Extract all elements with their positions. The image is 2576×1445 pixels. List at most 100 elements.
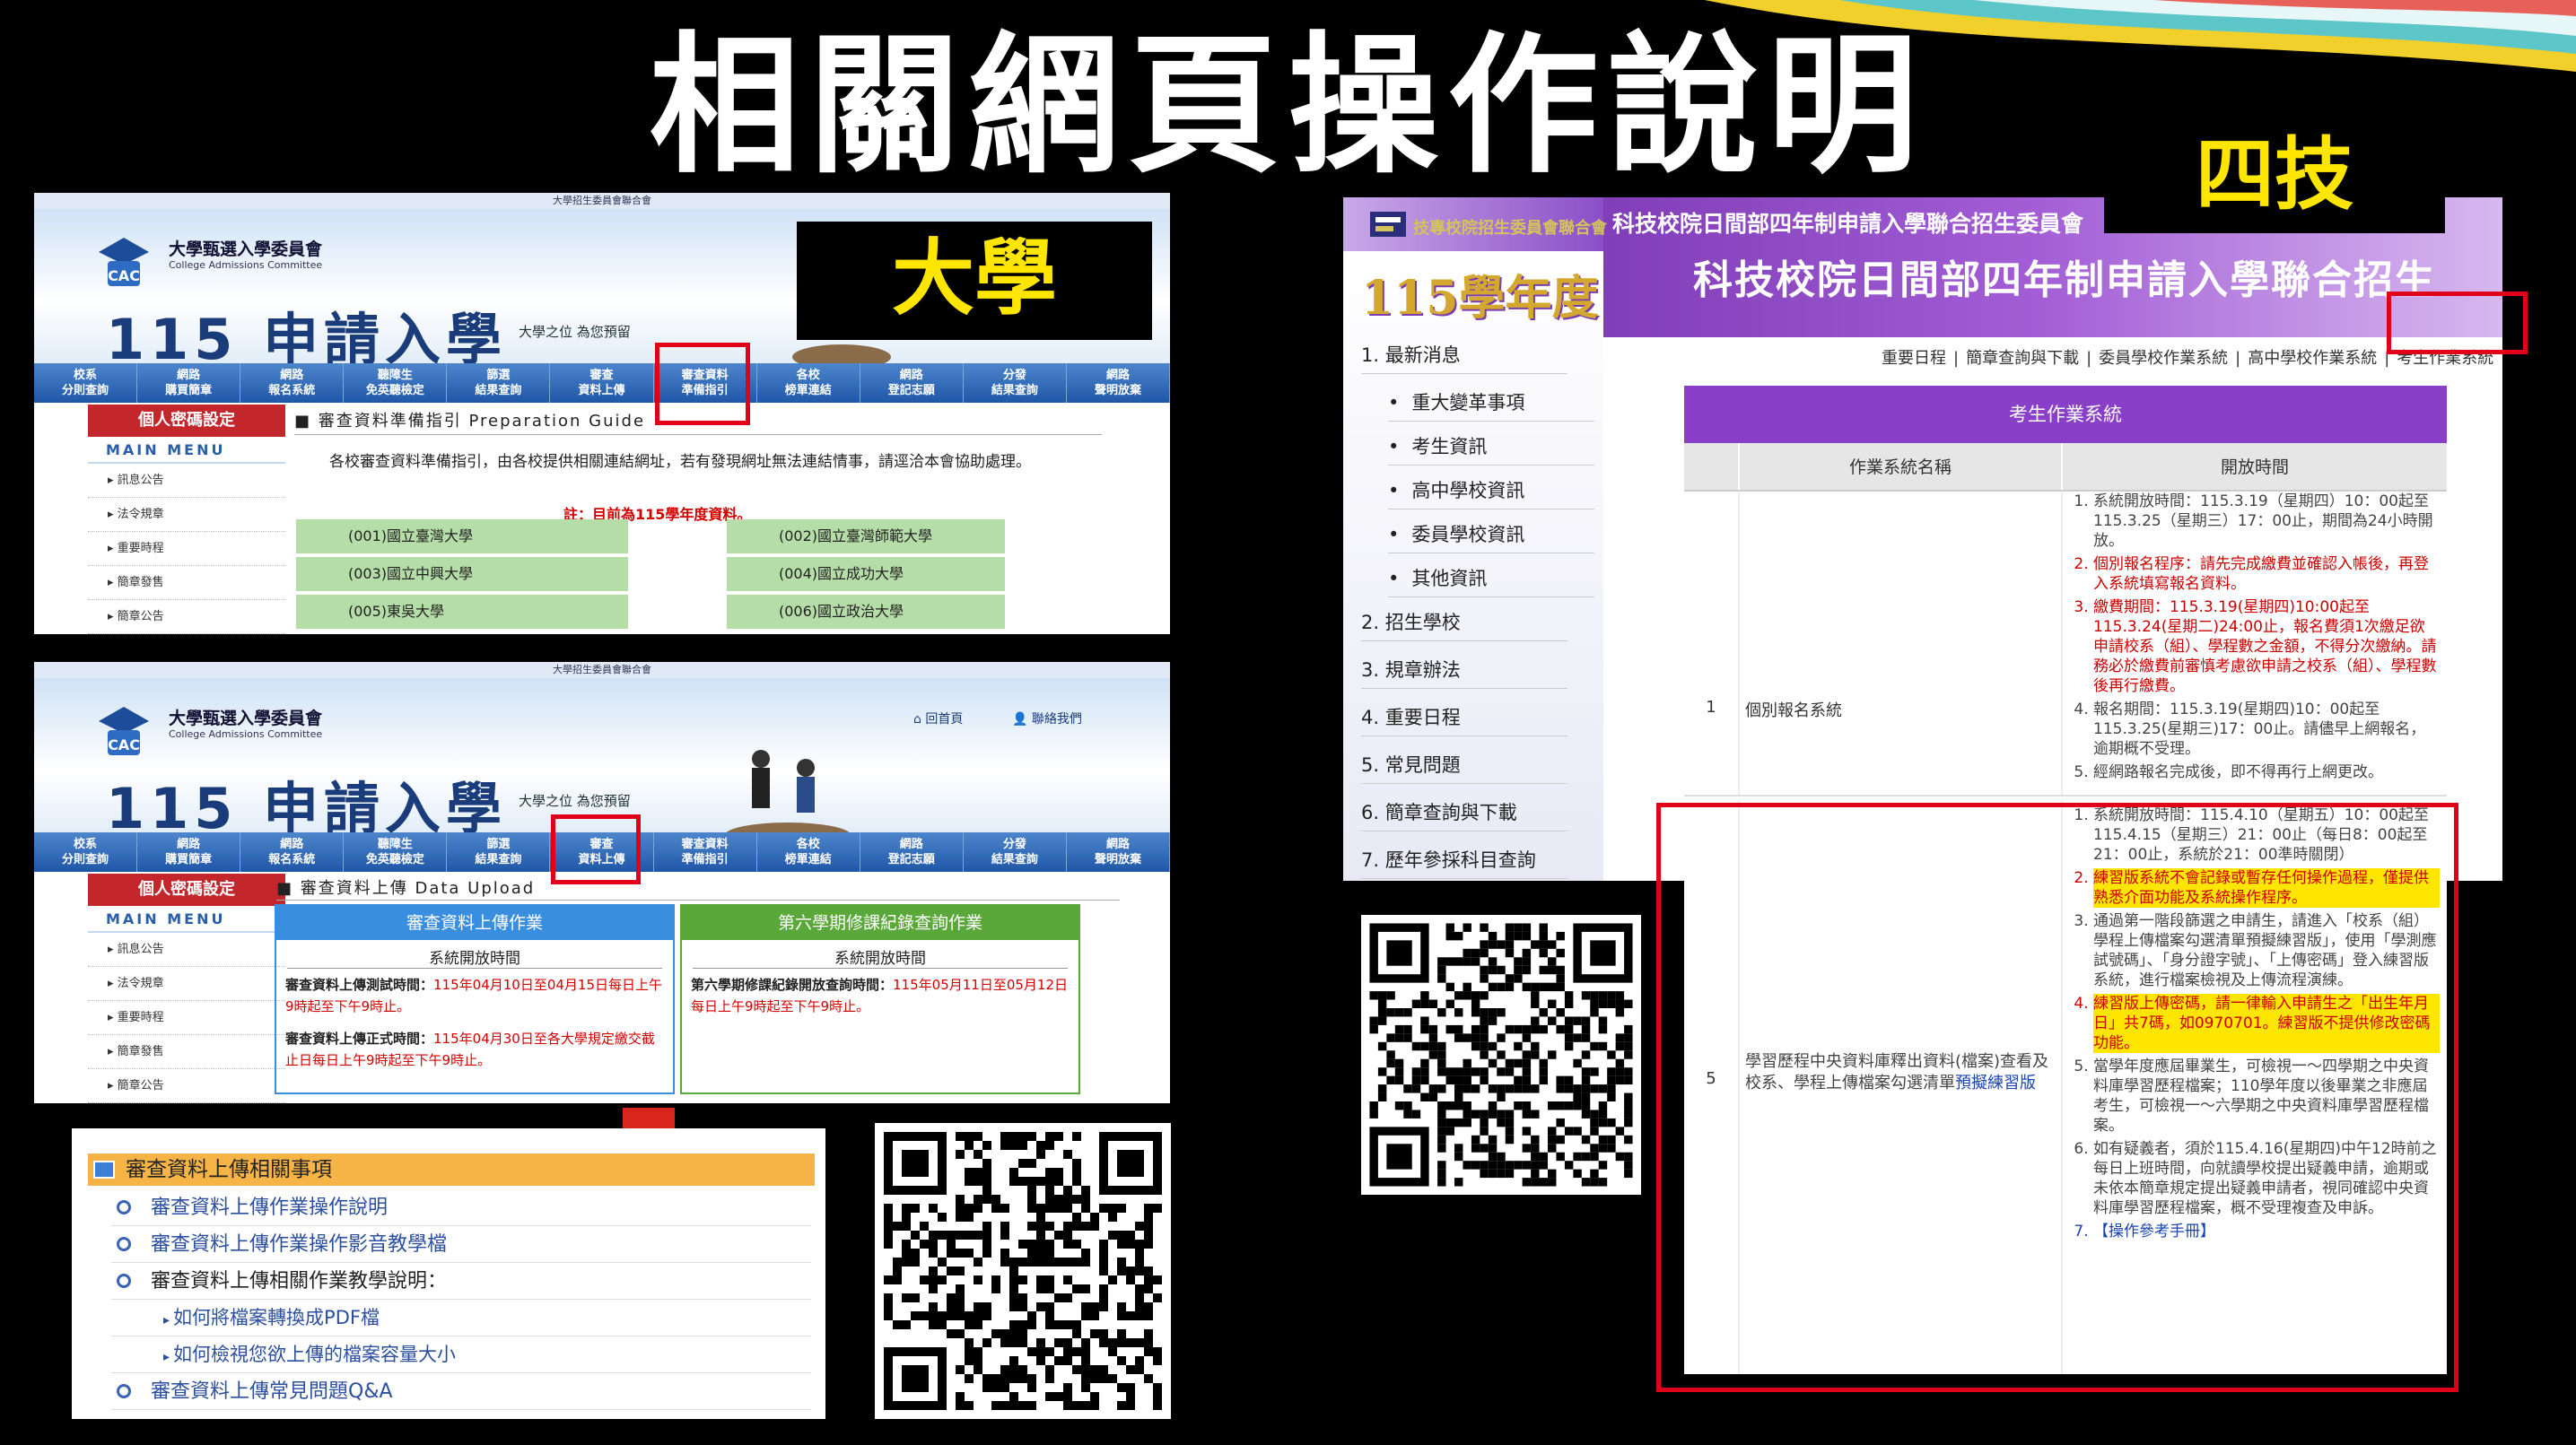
nav-item[interactable]: 各校 榜單連結: [757, 832, 860, 872]
upload-box: 審查資料上傳作業 系統開放時間 審查資料上傳測試時間：115年04月10日至04…: [275, 904, 675, 1094]
highlight-row5: [1656, 803, 2458, 1392]
nav-item[interactable]: 網路 登記志願: [860, 832, 964, 872]
main-menu-label: MAIN MENU: [88, 437, 285, 464]
tech-menu-item[interactable]: • 考生資訊: [1388, 432, 1594, 466]
nav-item[interactable]: 審查資料 準備指引: [654, 832, 757, 872]
tagline: 大學之位 為您預留: [519, 324, 631, 340]
nav-item[interactable]: 校系 分則查詢: [34, 363, 138, 403]
table-row: 1 個別報名系統 系統開放時間：115.3.19（星期四）10：00起至115.…: [1684, 492, 2447, 796]
university-link[interactable]: (005)東吳大學: [296, 595, 628, 629]
sidebar-item[interactable]: ▸ 訊息公告: [88, 464, 285, 498]
nav-item[interactable]: 網路 聲明放棄: [1067, 363, 1170, 403]
course-record-time: 第六學期修課紀錄開放查詢時間：115年05月11日至05月12日每日上午9時起至…: [691, 974, 1070, 1017]
bullet-icon: •: [1388, 568, 1400, 589]
tech-link[interactable]: 委員學校作業系統: [2099, 349, 2228, 368]
nav-item[interactable]: 校系 分則查詢: [34, 832, 138, 872]
nav-item[interactable]: 網路 購買簡章: [137, 363, 241, 403]
list-item[interactable]: 審查資料上傳常見問題Q&A: [111, 1373, 811, 1410]
nav-item[interactable]: 聽障生 免英聽檢定: [344, 832, 448, 872]
tech-menu-item[interactable]: 1. 最新消息: [1361, 341, 1567, 374]
nav-item[interactable]: 分發 結果查詢: [964, 832, 1067, 872]
content-heading-text: 審查資料上傳 Data Upload: [300, 879, 536, 898]
tech-menu-item[interactable]: 3. 規章辦法: [1361, 656, 1567, 689]
tech-menu-label: 3. 規章辦法: [1361, 659, 1461, 681]
main-nav: 校系 分則查詢 網路 購買簡章 網路 報名系統 聽障生 免英聽檢定 篩選 結果查詢 審查 …: [34, 363, 1170, 403]
content-heading: ■ 審查資料上傳 Data Upload: [276, 877, 1120, 901]
nav-item[interactable]: 審查 資料上傳: [550, 363, 654, 403]
formal-time: 審查資料上傳正式時間：115年04月30日至各大學規定繳交截止日每日上午9時起至…: [285, 1028, 664, 1071]
tech-link[interactable]: 重要日程: [1882, 349, 1946, 368]
tech-menu-label: 1. 最新消息: [1361, 344, 1461, 366]
chevron-right-icon: ▸: [163, 1350, 170, 1364]
sidebar-item[interactable]: ▸ 法令規章: [88, 967, 285, 1001]
list-item[interactable]: 審查資料上傳作業操作影音教學檔: [111, 1226, 811, 1263]
sidebar-item[interactable]: ▸ 重要時程: [88, 1001, 285, 1035]
tech-logo-icon: [1370, 212, 1406, 237]
university-link[interactable]: (002)國立臺灣師範大學: [727, 519, 1005, 553]
university-link[interactable]: (003)國立中興大學: [296, 557, 628, 591]
org-name-en: College Admissions Committee: [169, 728, 323, 740]
tech-menu-item[interactable]: 4. 重要日程: [1361, 703, 1567, 736]
list-item-label: 審查資料上傳作業操作說明: [151, 1197, 389, 1219]
tech-menu-item[interactable]: 2. 招生學校: [1361, 608, 1567, 641]
row-name[interactable]: 個別報名系統: [1738, 492, 2061, 795]
nav-item[interactable]: 篩選 結果查詢: [447, 363, 551, 403]
content-heading-text: 審查資料準備指引 Preparation Guide: [318, 412, 646, 431]
top-bar: 大學招生委員會聯合會: [34, 662, 1170, 678]
list-item[interactable]: 審查資料上傳作業操作說明: [111, 1189, 811, 1226]
university-link[interactable]: (004)國立成功大學: [727, 557, 1005, 591]
tech-menu-item[interactable]: 6. 簡章查詢與下載: [1361, 798, 1567, 831]
nav-item[interactable]: 網路 聲明放棄: [1067, 832, 1170, 872]
open-time-item: 繳費期間：115.3.19(星期四)10:00起至115.3.24(星期二)24…: [2093, 597, 2440, 696]
sidebar-item[interactable]: ▸ 簡章發售: [88, 566, 285, 600]
sidebar-item[interactable]: ▸ 訊息公告: [88, 933, 285, 967]
nav-item[interactable]: 分發 結果查詢: [964, 363, 1067, 403]
row-no: 1: [1706, 698, 1716, 717]
univ-prep-guide-screenshot: 大學招生委員會聯合會 CAC 大學甄選入學委員會 College Admissi…: [34, 193, 1170, 634]
nav-item[interactable]: 網路 報名系統: [240, 832, 345, 872]
tagline: 大學之位 為您預留: [519, 793, 631, 809]
nav-item[interactable]: 篩選 結果查詢: [447, 832, 551, 872]
tech-menu-item[interactable]: 7. 歷年參採科目查詢: [1361, 846, 1567, 879]
cac-logo-icon: CAC: [99, 707, 149, 755]
tech-menu-label: 考生資訊: [1411, 436, 1488, 457]
nav-item[interactable]: 網路 報名系統: [240, 363, 345, 403]
tech-year: 115學年度: [1361, 271, 1599, 326]
label-tech: 四技: [2195, 128, 2353, 221]
tech-menu-label: 7. 歷年參採科目查詢: [1361, 849, 1536, 871]
nav-item[interactable]: 聽障生 免英聽檢定: [344, 363, 448, 403]
org-name: 大學甄選入學委員會: [169, 709, 323, 728]
nav-item[interactable]: 各校 榜單連結: [757, 363, 860, 403]
tech-link[interactable]: 高中學校作業系統: [2248, 349, 2377, 368]
open-time-item: 個別報名程序：請先完成繳費並確認入帳後，再登入系統填寫報名資料。: [2093, 554, 2440, 594]
sidebar-item[interactable]: ▸ 簡章公告: [88, 1069, 285, 1103]
nav-item[interactable]: 網路 登記志願: [860, 363, 964, 403]
list-item[interactable]: ▸ 如何將檔案轉換成PDF檔: [111, 1300, 811, 1336]
nav-item[interactable]: 網路 購買簡章: [137, 832, 241, 872]
circle-bullet-icon: [117, 1237, 131, 1251]
open-time-item: 報名期間：115.3.19(星期四)10：00起至115.3.25(星期三)17…: [2093, 700, 2440, 759]
tech-menu-item[interactable]: • 高中學校資訊: [1388, 476, 1594, 509]
tech-link[interactable]: 簡章查詢與下載: [1966, 349, 2079, 368]
sidebar-item[interactable]: ▸ 法令規章: [88, 498, 285, 532]
list-item-label: 如何檢視您欲上傳的檔案容量大小: [173, 1344, 457, 1365]
list-item[interactable]: ▸ 如何檢視您欲上傳的檔案容量大小: [111, 1336, 811, 1373]
upload-related-items-panel: 審查資料上傳相關事項 審查資料上傳作業操作說明 審查資料上傳作業操作影音教學檔 審查…: [72, 1128, 825, 1419]
sidebar-item[interactable]: ▸ 簡章公告: [88, 600, 285, 634]
sidebar-item[interactable]: ▸ 簡章發售: [88, 1035, 285, 1069]
password-settings-link[interactable]: 個人密碼設定: [88, 405, 285, 437]
password-settings-link[interactable]: 個人密碼設定: [88, 874, 285, 906]
row1-list: 系統開放時間：115.3.19（星期四）10：00起至115.3.25（星期三）…: [2093, 492, 2440, 782]
list-item[interactable]: 審查資料上傳相關作業教學說明：: [111, 1263, 811, 1300]
university-link[interactable]: (001)國立臺灣大學: [296, 519, 628, 553]
circle-bullet-icon: [117, 1384, 131, 1398]
tech-menu-item[interactable]: 5. 常見問題: [1361, 751, 1567, 784]
tech-menu-item[interactable]: • 委員學校資訊: [1388, 520, 1594, 553]
tech-menu-item[interactable]: • 重大變革事項: [1388, 388, 1594, 422]
tech-menu-item[interactable]: • 其他資訊: [1388, 564, 1594, 597]
course-record-box-title: 第六學期修課紀錄查詢作業: [682, 906, 1078, 940]
university-link[interactable]: (006)國立政治大學: [727, 595, 1005, 629]
sidebar-item[interactable]: ▸ 重要時程: [88, 532, 285, 566]
home-link[interactable]: ⌂ 回首頁: [913, 709, 963, 727]
contact-link[interactable]: 👤 聯絡我們: [1012, 709, 1082, 727]
